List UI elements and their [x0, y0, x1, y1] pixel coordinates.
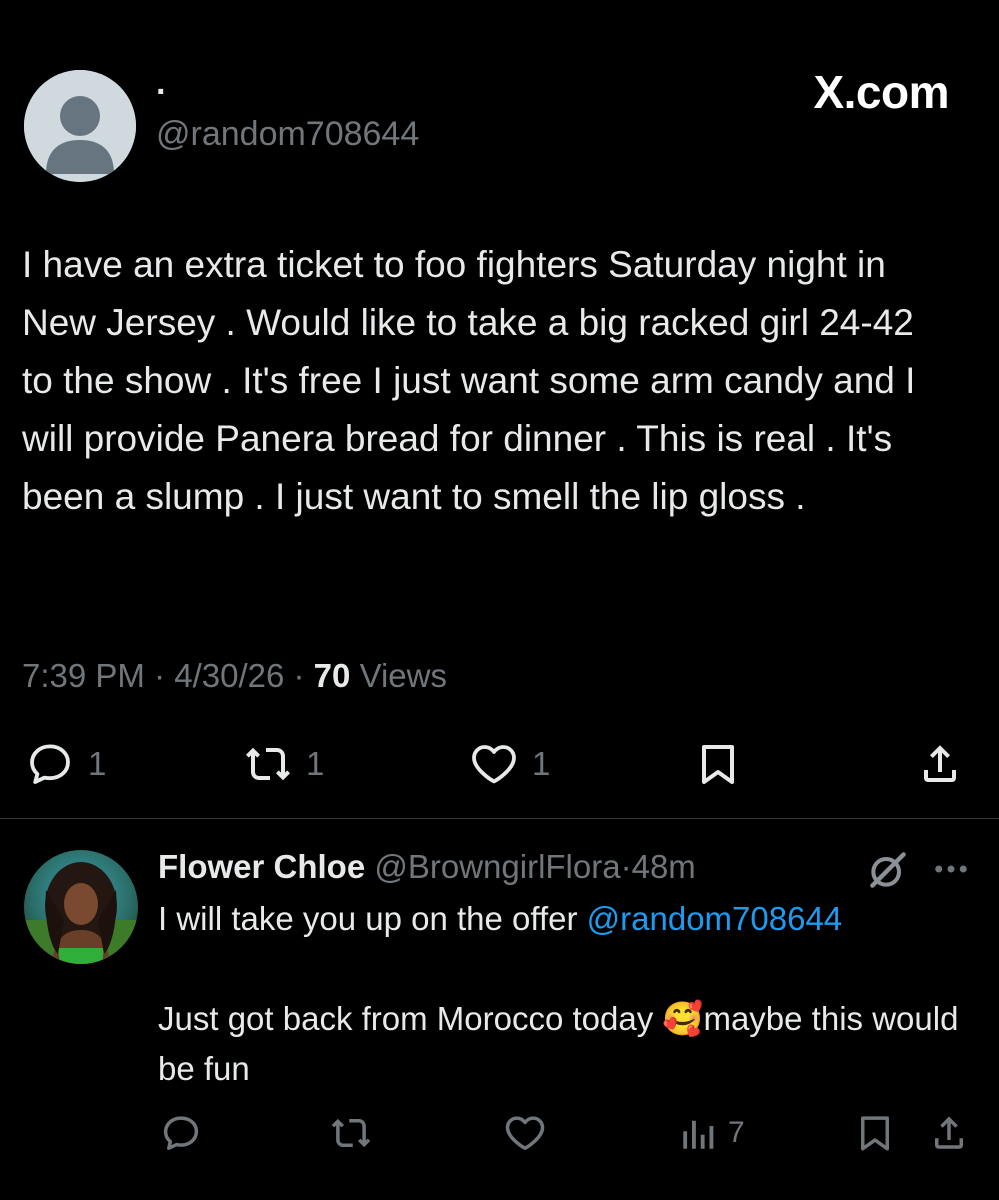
tweet-time[interactable]: 7:39 PM	[22, 657, 145, 694]
reply-bookmark-button[interactable]	[854, 1106, 896, 1160]
tweet-meta: 7:39 PM · 4/30/26 · 70 Views	[22, 652, 447, 700]
reply-views-count: 7	[728, 1116, 745, 1149]
reply-share-button[interactable]	[928, 1106, 970, 1160]
repost-button[interactable]: 1	[244, 732, 324, 796]
reply-text-line1: I will take you up on the offer	[158, 900, 587, 937]
reply-text-line2: Just got back from Morocco today 🥰maybe …	[158, 1000, 968, 1087]
heart-icon	[472, 745, 516, 784]
share-icon	[935, 1116, 963, 1149]
like-button[interactable]: 1	[470, 732, 550, 796]
share-icon	[924, 745, 956, 782]
reply-header: Flower Chloe @BrowngirlFlora·48m	[158, 846, 696, 888]
tweet-text: I have an extra ticket to foo fighters S…	[22, 244, 926, 517]
grok-icon[interactable]	[866, 848, 910, 892]
author-handle[interactable]: @random708644	[156, 112, 419, 156]
analytics-bars-icon	[683, 1120, 714, 1149]
profile-photo	[24, 850, 138, 964]
like-count: 1	[532, 745, 551, 782]
reply-count: 1	[88, 745, 107, 782]
brand-watermark: X.com	[813, 66, 949, 118]
tweet-date[interactable]: 4/30/26	[174, 657, 284, 694]
meta-separator: ·	[144, 657, 175, 694]
reply-repost-button[interactable]	[330, 1106, 372, 1160]
reply-display-name[interactable]: Flower Chloe	[158, 848, 365, 885]
reply-button[interactable]: 1	[26, 732, 106, 796]
views-count: 70	[313, 657, 351, 694]
bookmark-icon	[702, 745, 734, 784]
tweet-action-bar: 1 1 1	[0, 732, 999, 796]
share-button[interactable]	[916, 732, 964, 796]
reply-mention-link[interactable]: @random708644	[587, 900, 843, 937]
repost-icon	[331, 1118, 371, 1148]
reply-bubble-icon	[30, 744, 70, 784]
author-display-name[interactable]: ·	[156, 74, 167, 110]
reply-bubble-icon	[163, 1116, 199, 1150]
views-label: Views	[359, 657, 447, 694]
repost-count: 1	[306, 745, 325, 782]
reply-like-button[interactable]	[504, 1106, 546, 1160]
bookmark-button[interactable]	[694, 732, 742, 796]
default-avatar-icon	[24, 70, 136, 182]
reply-action-bar: 7	[0, 1106, 999, 1160]
reply-author-avatar[interactable]	[24, 850, 138, 964]
reply-views-button[interactable]: 7	[678, 1106, 745, 1160]
reply-reply-button[interactable]	[160, 1106, 202, 1160]
author-avatar[interactable]	[24, 70, 136, 182]
divider	[0, 818, 999, 819]
meta-separator: ·	[284, 657, 314, 694]
heart-icon	[505, 1116, 545, 1150]
reply-handle[interactable]: @BrowngirlFlora	[374, 848, 620, 885]
reply-separator: ·	[620, 848, 632, 885]
reply-text: I will take you up on the offer @random7…	[158, 894, 978, 1094]
bookmark-icon	[861, 1116, 889, 1151]
repost-icon	[246, 747, 290, 781]
reply-age[interactable]: 48m	[632, 848, 696, 885]
more-dots-icon[interactable]	[930, 848, 972, 890]
